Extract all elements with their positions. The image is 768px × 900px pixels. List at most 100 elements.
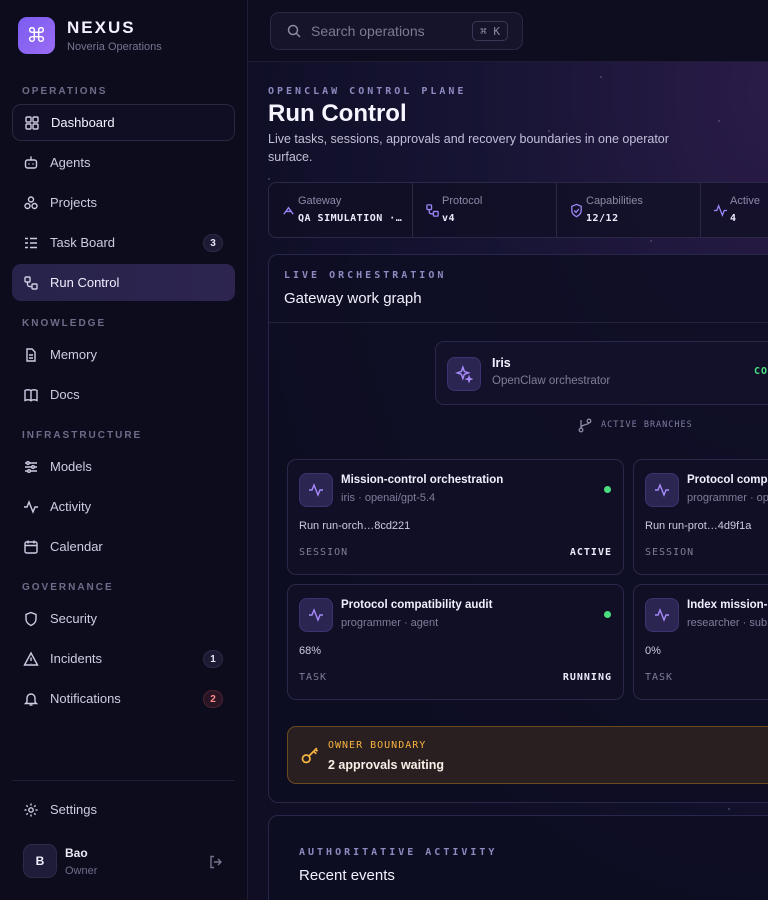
sidebar-item-label: Calendar xyxy=(50,539,103,554)
search-input[interactable] xyxy=(311,23,461,39)
brand-name: NEXUS xyxy=(67,18,136,37)
workflow-icon xyxy=(23,275,39,291)
stat-label: Gateway xyxy=(298,195,342,207)
alert-icon xyxy=(23,651,39,667)
sidebar-item-label: Notifications xyxy=(50,691,121,706)
activity-icon xyxy=(645,598,679,632)
stat-value: v4 xyxy=(442,213,456,224)
sparkles-icon xyxy=(447,357,481,391)
work-card[interactable]: Index mission-c researcher · sub 0% TASK xyxy=(633,584,768,700)
gateway-icon xyxy=(283,206,294,215)
search-bar[interactable]: ⌘ K xyxy=(270,12,523,50)
stat-active: Active 4 xyxy=(701,183,768,237)
avatar[interactable]: B xyxy=(23,844,57,878)
workflow-icon xyxy=(426,204,439,217)
card-kind: TASK xyxy=(645,672,674,683)
command-icon: ⌘ xyxy=(18,17,55,54)
sliders-icon xyxy=(23,459,39,475)
panel-eyebrow: LIVE ORCHESTRATION xyxy=(284,270,447,281)
sidebar-item-label: Memory xyxy=(50,347,97,362)
card-detail: Run run-orch…8cd221 xyxy=(299,520,411,532)
card-title: Index mission-c xyxy=(687,599,768,611)
sidebar-item-models[interactable]: Models xyxy=(12,448,235,485)
orchestrator-subtitle: OpenClaw orchestrator xyxy=(492,375,611,387)
task-list-icon xyxy=(23,235,39,251)
sidebar-item-run-control[interactable]: Run Control xyxy=(12,264,235,301)
stat-value: 4 xyxy=(730,213,737,224)
sidebar-item-label: Docs xyxy=(50,387,80,402)
stat-protocol: Protocol v4 xyxy=(413,183,557,237)
bell-icon xyxy=(23,691,39,707)
sidebar-item-label: Activity xyxy=(50,499,92,514)
section-governance: GOVERNANCE xyxy=(22,582,114,593)
stat-label: Protocol xyxy=(442,195,483,207)
logout-icon[interactable] xyxy=(208,854,224,870)
stats-bar: Gateway QA SIMULATION ·… Protocol v4 Cap… xyxy=(268,182,768,238)
sidebar-item-security[interactable]: Security xyxy=(12,600,235,637)
sidebar-item-dashboard[interactable]: Dashboard xyxy=(12,104,235,141)
boundary-label: OWNER BOUNDARY xyxy=(328,740,427,751)
status-badge: CON xyxy=(754,366,768,377)
status-dot xyxy=(604,486,611,493)
work-card[interactable]: Mission-control orchestration iris · ope… xyxy=(287,459,624,575)
main-content: ⌘ K OPENCLAW CONTROL PLANE Run Control L… xyxy=(248,0,768,900)
file-icon xyxy=(23,347,39,363)
search-icon xyxy=(287,24,301,38)
sidebar-item-label: Agents xyxy=(50,155,91,170)
dashboard-icon xyxy=(24,115,40,131)
sidebar: ⌘ NEXUS Noveria Operations OPERATIONS Da… xyxy=(0,0,248,900)
stat-label: Capabilities xyxy=(586,195,643,207)
count-badge: 2 xyxy=(203,690,223,708)
boundary-text: 2 approvals waiting xyxy=(328,758,445,772)
work-card[interactable]: Protocol compatibility audit programmer … xyxy=(287,584,624,700)
count-badge: 3 xyxy=(203,234,223,252)
card-subtitle: programmer · agent xyxy=(341,617,439,629)
sidebar-item-projects[interactable]: Projects xyxy=(12,184,235,221)
card-detail: Run run-prot…4d9f1a xyxy=(645,520,752,532)
card-title: Mission-control orchestration xyxy=(341,474,504,486)
owner-boundary-alert[interactable]: OWNER BOUNDARY 2 approvals waiting xyxy=(287,726,768,784)
sidebar-item-label: Settings xyxy=(50,802,97,817)
card-subtitle: researcher · sub xyxy=(687,617,768,629)
page-description: Live tasks, sessions, approvals and reco… xyxy=(268,132,669,164)
key-icon xyxy=(301,747,319,764)
activity-icon xyxy=(299,473,333,507)
stat-capabilities: Capabilities 12/12 xyxy=(557,183,701,237)
sidebar-item-task-board[interactable]: Task Board 3 xyxy=(12,224,235,261)
section-knowledge: KNOWLEDGE xyxy=(22,318,107,329)
branches-label: ACTIVE BRANCHES xyxy=(601,420,693,430)
gear-icon xyxy=(23,802,39,818)
sidebar-item-notifications[interactable]: Notifications 2 xyxy=(12,680,235,717)
sidebar-item-agents[interactable]: Agents xyxy=(12,144,235,181)
status-dot xyxy=(604,611,611,618)
sidebar-item-calendar[interactable]: Calendar xyxy=(12,528,235,565)
projects-icon xyxy=(23,195,39,211)
activity-icon xyxy=(713,204,728,217)
calendar-icon xyxy=(23,539,39,555)
card-kind: SESSION xyxy=(299,547,349,558)
sidebar-item-label: Run Control xyxy=(50,275,120,290)
page-title: Run Control xyxy=(268,100,407,127)
sidebar-item-docs[interactable]: Docs xyxy=(12,376,235,413)
active-branches: ACTIVE BRANCHES xyxy=(577,417,693,433)
card-kind: SESSION xyxy=(645,547,695,558)
card-kind: TASK xyxy=(299,672,328,683)
panel-title: Gateway work graph xyxy=(284,290,422,307)
sidebar-item-activity[interactable]: Activity xyxy=(12,488,235,525)
activity-icon xyxy=(299,598,333,632)
sidebar-item-label: Task Board xyxy=(50,235,116,250)
sidebar-divider xyxy=(12,780,235,781)
activity-icon xyxy=(645,473,679,507)
card-state: RUNNING xyxy=(562,672,612,683)
sidebar-item-incidents[interactable]: Incidents 1 xyxy=(12,640,235,677)
orchestrator-name: Iris xyxy=(492,356,511,370)
orchestrator-node[interactable]: Iris OpenClaw orchestrator CON xyxy=(435,341,768,405)
work-card[interactable]: Protocol compa programmer · op Run run-p… xyxy=(633,459,768,575)
user-role: Owner xyxy=(65,865,98,877)
sidebar-item-label: Projects xyxy=(50,195,97,210)
section-infrastructure: INFRASTRUCTURE xyxy=(22,430,143,441)
card-detail: 68% xyxy=(299,645,322,657)
sidebar-item-memory[interactable]: Memory xyxy=(12,336,235,373)
brand[interactable]: ⌘ NEXUS Noveria Operations xyxy=(18,17,162,54)
sidebar-item-settings[interactable]: Settings xyxy=(12,791,235,828)
